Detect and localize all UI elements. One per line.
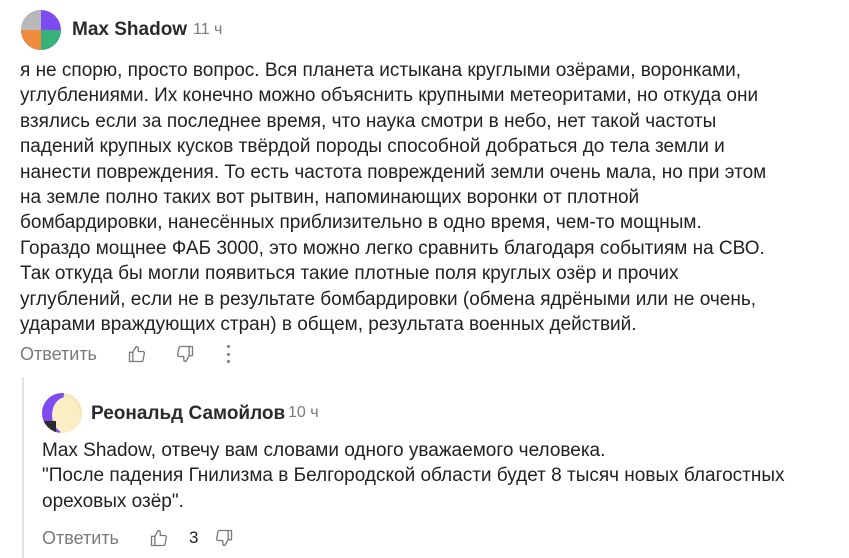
thumbs-up-icon[interactable] <box>149 528 169 548</box>
comment-time: 11 ч <box>193 21 223 38</box>
thumbs-down-icon[interactable] <box>214 528 234 548</box>
comment-text-line: Max Shadow, отвечу вам словами одного ув… <box>42 440 606 461</box>
comment-text-line: Гораздо мощнее ФАБ 3000, это можно легко… <box>20 237 765 259</box>
comment-text-line: углублений, если не в результате бомбард… <box>20 288 757 310</box>
comment-text-line: падений крупных кусков твёрдой породы сп… <box>20 136 725 158</box>
thumbs-down-icon[interactable] <box>175 344 195 364</box>
comment-actions: Ответить 3 <box>42 526 234 550</box>
reply-button[interactable]: Ответить <box>42 528 119 549</box>
comment-time: 10 ч <box>288 404 319 421</box>
thread-line <box>22 377 24 558</box>
comment-text-line: "После падения Гнилизма в Белгородской о… <box>42 465 785 487</box>
comment-text-line: бомбардировки, нанесённых приблизительно… <box>20 212 702 234</box>
comment-author[interactable]: Max Shadow <box>72 19 187 41</box>
comment-text-line: я не спорю, просто вопрос. Вся планета и… <box>20 60 742 81</box>
comment-text-line: углублениями. Их конечно можно объяснить… <box>20 85 759 107</box>
comment-text-line: нанести повреждения. То есть частота пов… <box>20 161 767 183</box>
comment-text: Max Shadow, отвечу вам словами одного ув… <box>42 438 832 514</box>
comment-text-line: ореховых озёр". <box>42 490 184 512</box>
comment-text-line: Так откуда бы могли появиться такие плот… <box>20 263 679 285</box>
thumbs-up-icon[interactable] <box>127 344 147 364</box>
comment-author[interactable]: Реональд Самойлов <box>91 403 285 425</box>
comment-text-line: на земле полно таких вот рытвин, напомин… <box>20 187 640 209</box>
avatar[interactable] <box>21 10 61 50</box>
comment-text-line: ударами враждующих стран) в общем, резул… <box>20 314 637 336</box>
reply-button[interactable]: Ответить <box>20 344 97 365</box>
like-count: 3 <box>188 528 199 547</box>
comment-actions: Ответить <box>20 342 231 366</box>
comment-text: я не спорю, просто вопрос. Вся планета и… <box>20 58 820 337</box>
more-vertical-icon[interactable] <box>226 345 231 363</box>
avatar[interactable] <box>42 393 82 433</box>
comment-text-line: взялись если за последнее время, что нау… <box>20 110 717 132</box>
